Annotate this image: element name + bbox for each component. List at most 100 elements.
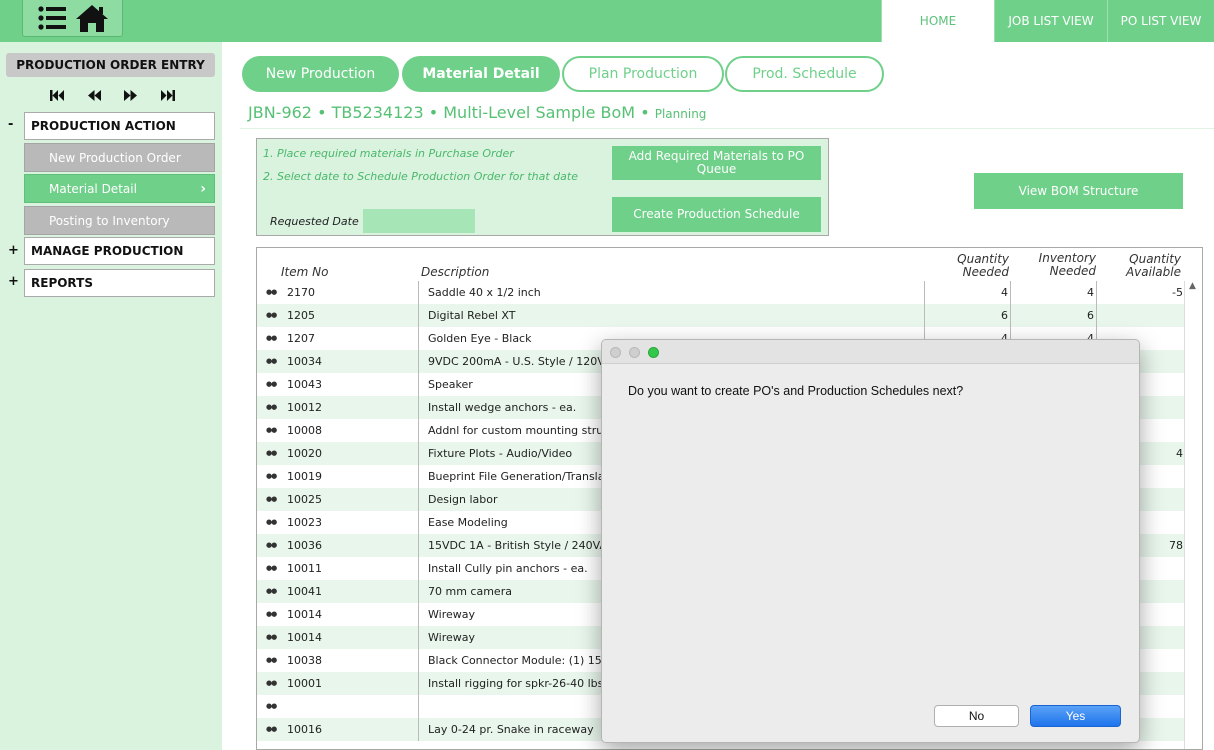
- item-number: 10025: [287, 493, 322, 506]
- item-cell: ●● 10011: [257, 557, 418, 580]
- binoculars-icon[interactable]: ●●: [266, 465, 277, 488]
- binoculars-icon[interactable]: ●●: [266, 557, 277, 580]
- home-icon[interactable]: [75, 3, 109, 33]
- add-materials-to-po-button[interactable]: Add Required Materials to PO Queue: [612, 146, 821, 180]
- item-cell: ●● 10008: [257, 419, 418, 442]
- tab-material-detail[interactable]: Material Detail: [402, 56, 560, 92]
- item-cell: ●● 10020: [257, 442, 418, 465]
- dialog-message: Do you want to create PO's and Productio…: [628, 384, 964, 398]
- separator: •: [317, 103, 327, 122]
- item-cell: ●● 10034: [257, 350, 418, 373]
- binoculars-icon[interactable]: ●●: [266, 304, 277, 327]
- nav-po-list-label: PO LIST VIEW: [1120, 14, 1202, 28]
- table-row[interactable]: ●● 2170 Saddle 40 x 1/2 inch 4 4 -5: [257, 281, 1185, 304]
- dialog-titlebar: [602, 340, 1139, 364]
- record-navigation: [50, 87, 175, 103]
- item-cell: ●● 10041: [257, 580, 418, 603]
- last-record-icon[interactable]: [160, 89, 175, 101]
- collapse-sign[interactable]: -: [8, 117, 13, 132]
- zoom-icon[interactable]: [648, 347, 659, 358]
- tab-label: New Production: [265, 66, 376, 82]
- sidebar-item-material-detail[interactable]: Material Detail ›: [24, 174, 215, 203]
- quantity-available-cell: -5: [1172, 286, 1183, 299]
- item-cell: ●●: [257, 695, 418, 718]
- binoculars-icon[interactable]: ●●: [266, 350, 277, 373]
- button-label: View BOM Structure: [1018, 183, 1139, 198]
- item-cell: ●● 2170: [257, 281, 418, 304]
- binoculars-icon[interactable]: ●●: [266, 373, 277, 396]
- header-line: Available: [1125, 265, 1181, 279]
- previous-record-icon[interactable]: [87, 89, 101, 101]
- nav-job-list-label: JOB LIST VIEW: [1008, 14, 1094, 28]
- binoculars-icon[interactable]: ●●: [266, 695, 277, 718]
- divider: [240, 128, 1214, 129]
- header-quantity-available: Quantity Available: [1121, 253, 1181, 279]
- binoculars-icon[interactable]: ●●: [266, 649, 277, 672]
- quantity-needed-cell: 4: [925, 281, 1011, 304]
- item-cell: ●● 1207: [257, 327, 418, 350]
- requested-date-field[interactable]: [363, 209, 475, 233]
- no-button[interactable]: No: [934, 705, 1019, 727]
- menu-home-button[interactable]: [22, 0, 123, 37]
- binoculars-icon[interactable]: ●●: [266, 488, 277, 511]
- tab-plan-production[interactable]: Plan Production: [562, 56, 724, 92]
- binoculars-icon[interactable]: ●●: [266, 396, 277, 419]
- tab-label: Material Detail: [422, 66, 540, 82]
- sidebar-item-label: Material Detail: [49, 182, 137, 196]
- tab-new-production[interactable]: New Production: [242, 56, 399, 92]
- first-record-icon[interactable]: [50, 89, 64, 101]
- section-reports[interactable]: REPORTS: [24, 269, 215, 297]
- item-cell: ●● 10023: [257, 511, 418, 534]
- requested-date-label: Requested Date: [270, 215, 359, 228]
- binoculars-icon[interactable]: ●●: [266, 327, 277, 350]
- header-quantity-needed: Quantity Needed: [957, 253, 1009, 279]
- quantity-needed-cell: 6: [925, 304, 1011, 327]
- button-label: Add Required Materials to PO Queue: [628, 149, 805, 176]
- sidebar: PRODUCTION ORDER ENTRY - PRODUCTION ACTI…: [0, 42, 222, 750]
- item-number: 10041: [287, 585, 322, 598]
- binoculars-icon[interactable]: ●●: [266, 718, 277, 741]
- item-number: 10023: [287, 516, 322, 529]
- binoculars-icon[interactable]: ●●: [266, 534, 277, 557]
- sidebar-item-new-production-order[interactable]: New Production Order: [24, 143, 215, 172]
- nav-home[interactable]: HOME: [881, 0, 994, 42]
- scrollbar[interactable]: ▲: [1184, 281, 1202, 749]
- item-number: 10008: [287, 424, 322, 437]
- binoculars-icon[interactable]: ●●: [266, 672, 277, 695]
- binoculars-icon[interactable]: ●●: [266, 281, 277, 304]
- list-icon[interactable]: [37, 5, 67, 31]
- minimize-icon[interactable]: [629, 347, 640, 358]
- tab-prod-schedule[interactable]: Prod. Schedule: [725, 56, 884, 92]
- section-manage-production[interactable]: MANAGE PRODUCTION: [24, 237, 215, 265]
- item-number: 10012: [287, 401, 322, 414]
- header-item-no: Item No: [281, 265, 329, 279]
- nav-po-list-view[interactable]: PO LIST VIEW: [1107, 0, 1214, 42]
- binoculars-icon[interactable]: ●●: [266, 603, 277, 626]
- table-row[interactable]: ●● 1205 Digital Rebel XT 6 6: [257, 304, 1185, 327]
- description-cell: Saddle 40 x 1/2 inch: [418, 281, 925, 304]
- binoculars-icon[interactable]: ●●: [266, 580, 277, 603]
- job-header: JBN-962 • TB5234123 • Multi-Level Sample…: [248, 103, 706, 125]
- sidebar-item-posting-to-inventory[interactable]: Posting to Inventory: [24, 206, 215, 235]
- quantity-available-cell: [1097, 304, 1185, 327]
- top-nav: HOME JOB LIST VIEW PO LIST VIEW: [881, 0, 1214, 42]
- binoculars-icon[interactable]: ●●: [266, 511, 277, 534]
- header-description: Description: [421, 265, 490, 279]
- sidebar-item-label: Posting to Inventory: [49, 214, 170, 228]
- expand-sign[interactable]: +: [8, 243, 19, 258]
- next-record-icon[interactable]: [124, 89, 138, 101]
- binoculars-icon[interactable]: ●●: [266, 626, 277, 649]
- view-bom-structure-button[interactable]: View BOM Structure: [974, 173, 1183, 209]
- binoculars-icon[interactable]: ●●: [266, 419, 277, 442]
- inventory-needed-cell: 4: [1011, 281, 1097, 304]
- close-icon[interactable]: [610, 347, 621, 358]
- section-production-action[interactable]: PRODUCTION ACTION: [24, 112, 215, 140]
- header-line: Needed: [1049, 264, 1096, 278]
- binoculars-icon[interactable]: ●●: [266, 442, 277, 465]
- scroll-up-icon[interactable]: ▲: [1189, 281, 1196, 291]
- nav-job-list-view[interactable]: JOB LIST VIEW: [994, 0, 1107, 42]
- item-number: 10001: [287, 677, 322, 690]
- expand-sign[interactable]: +: [8, 274, 19, 289]
- create-production-schedule-button[interactable]: Create Production Schedule: [612, 197, 821, 232]
- yes-button[interactable]: Yes: [1030, 705, 1121, 727]
